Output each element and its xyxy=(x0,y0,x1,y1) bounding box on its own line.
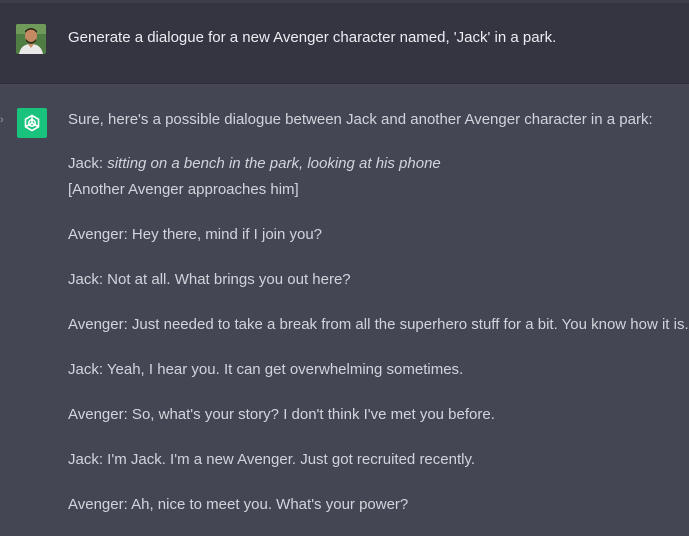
dialogue-line: Jack: I'm Jack. I'm a new Avenger. Just … xyxy=(68,451,476,468)
dialogue-line: Avenger: Just needed to take a break fro… xyxy=(68,316,689,333)
dialogue-line: Jack: Not at all. What brings you out he… xyxy=(68,271,351,288)
user-message-text: Generate a dialogue for a new Avenger ch… xyxy=(68,29,557,46)
speaker-label: Jack: xyxy=(68,155,108,172)
dialogue-line: Avenger: Ah, nice to meet you. What's yo… xyxy=(68,496,409,513)
dialogue-line: Avenger: Hey there, mind if I join you? xyxy=(68,226,323,243)
dialogue-line: Avenger: So, what's your story? I don't … xyxy=(68,406,495,423)
user-avatar xyxy=(16,24,46,54)
divider xyxy=(0,0,689,3)
dialogue-line: Jack: Yeah, I hear you. It can get overw… xyxy=(68,361,464,378)
stage-direction-line: [Another Avenger approaches him] xyxy=(68,181,299,198)
chat-window: Generate a dialogue for a new Avenger ch… xyxy=(0,0,689,536)
user-avatar-photo-icon xyxy=(16,24,46,54)
openai-logo-icon xyxy=(17,108,47,138)
intro-line: Sure, here's a possible dialogue between… xyxy=(68,111,653,128)
chevron-right-icon[interactable]: › xyxy=(0,115,4,126)
user-message-row: Generate a dialogue for a new Avenger ch… xyxy=(0,0,689,84)
dialogue-line: Jack: sitting on a bench in the park, lo… xyxy=(68,154,441,174)
assistant-message-row: › Sure, here's a possible dialogue betwe… xyxy=(0,84,689,536)
stage-direction: sitting on a bench in the park, looking … xyxy=(107,155,441,172)
